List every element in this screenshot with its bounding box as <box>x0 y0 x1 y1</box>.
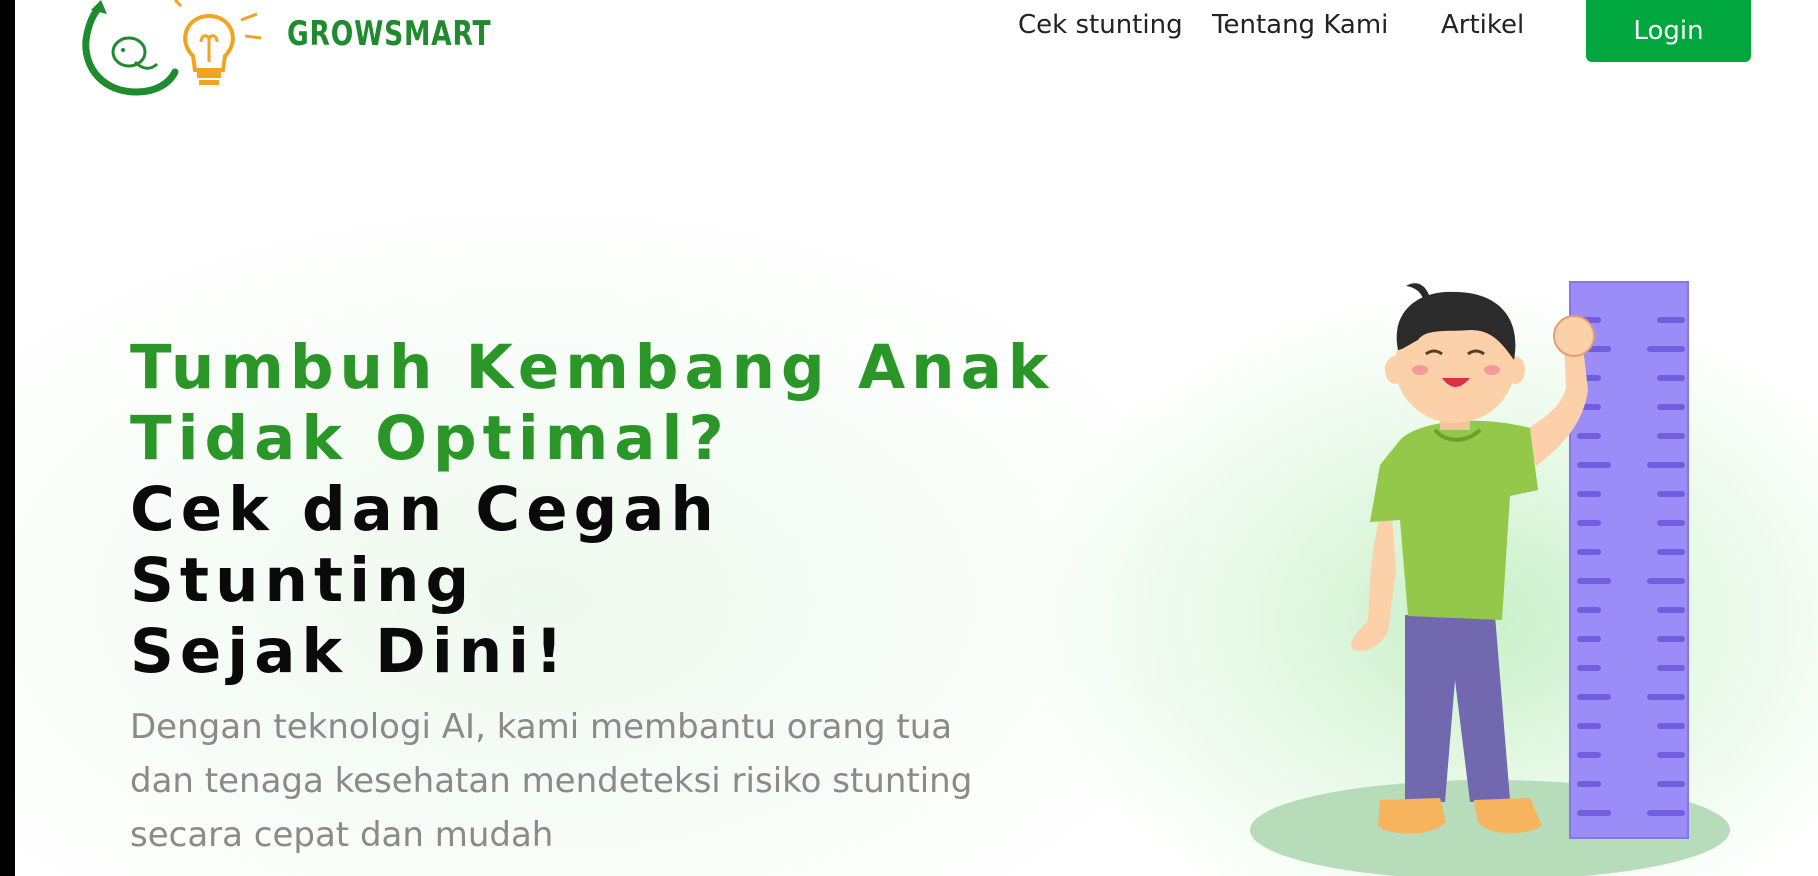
child-height-ruler-illustration <box>1250 281 1730 876</box>
headline-line-1: Tumbuh Kembang Anak <box>130 332 1055 403</box>
description-line-3: secara cepat dan mudah <box>130 815 554 855</box>
description-line-2: dan tenaga kesehatan mendeteksi risiko s… <box>130 761 973 801</box>
window-edge <box>0 0 15 876</box>
headline-line-3: Cek dan Cegah Stunting <box>130 474 720 616</box>
growsmart-logo-icon <box>82 0 262 96</box>
nav-item-artikel[interactable]: Artikel <box>1441 10 1524 40</box>
headline-line-4: Sejak Dini! <box>130 616 569 687</box>
growsmart-logo[interactable]: GROWSMART <box>77 0 491 100</box>
description-line-1: Dengan teknologi AI, kami membantu orang… <box>130 707 953 747</box>
hero-headline: Tumbuh Kembang Anak Tidak Optimal? Cek d… <box>130 332 1090 687</box>
nav-item-cek-stunting[interactable]: Cek stunting <box>1018 10 1183 40</box>
login-button[interactable]: Login <box>1586 0 1751 62</box>
landing-page: GROWSMART Cek stunting Tentang Kami Arti… <box>15 0 1818 876</box>
nav-item-tentang-kami[interactable]: Tentang Kami <box>1212 10 1388 40</box>
brand-name: GROWSMART <box>287 14 492 54</box>
hero-description: Dengan teknologi AI, kami membantu orang… <box>130 700 1050 862</box>
headline-line-2: Tidak Optimal? <box>130 403 730 474</box>
